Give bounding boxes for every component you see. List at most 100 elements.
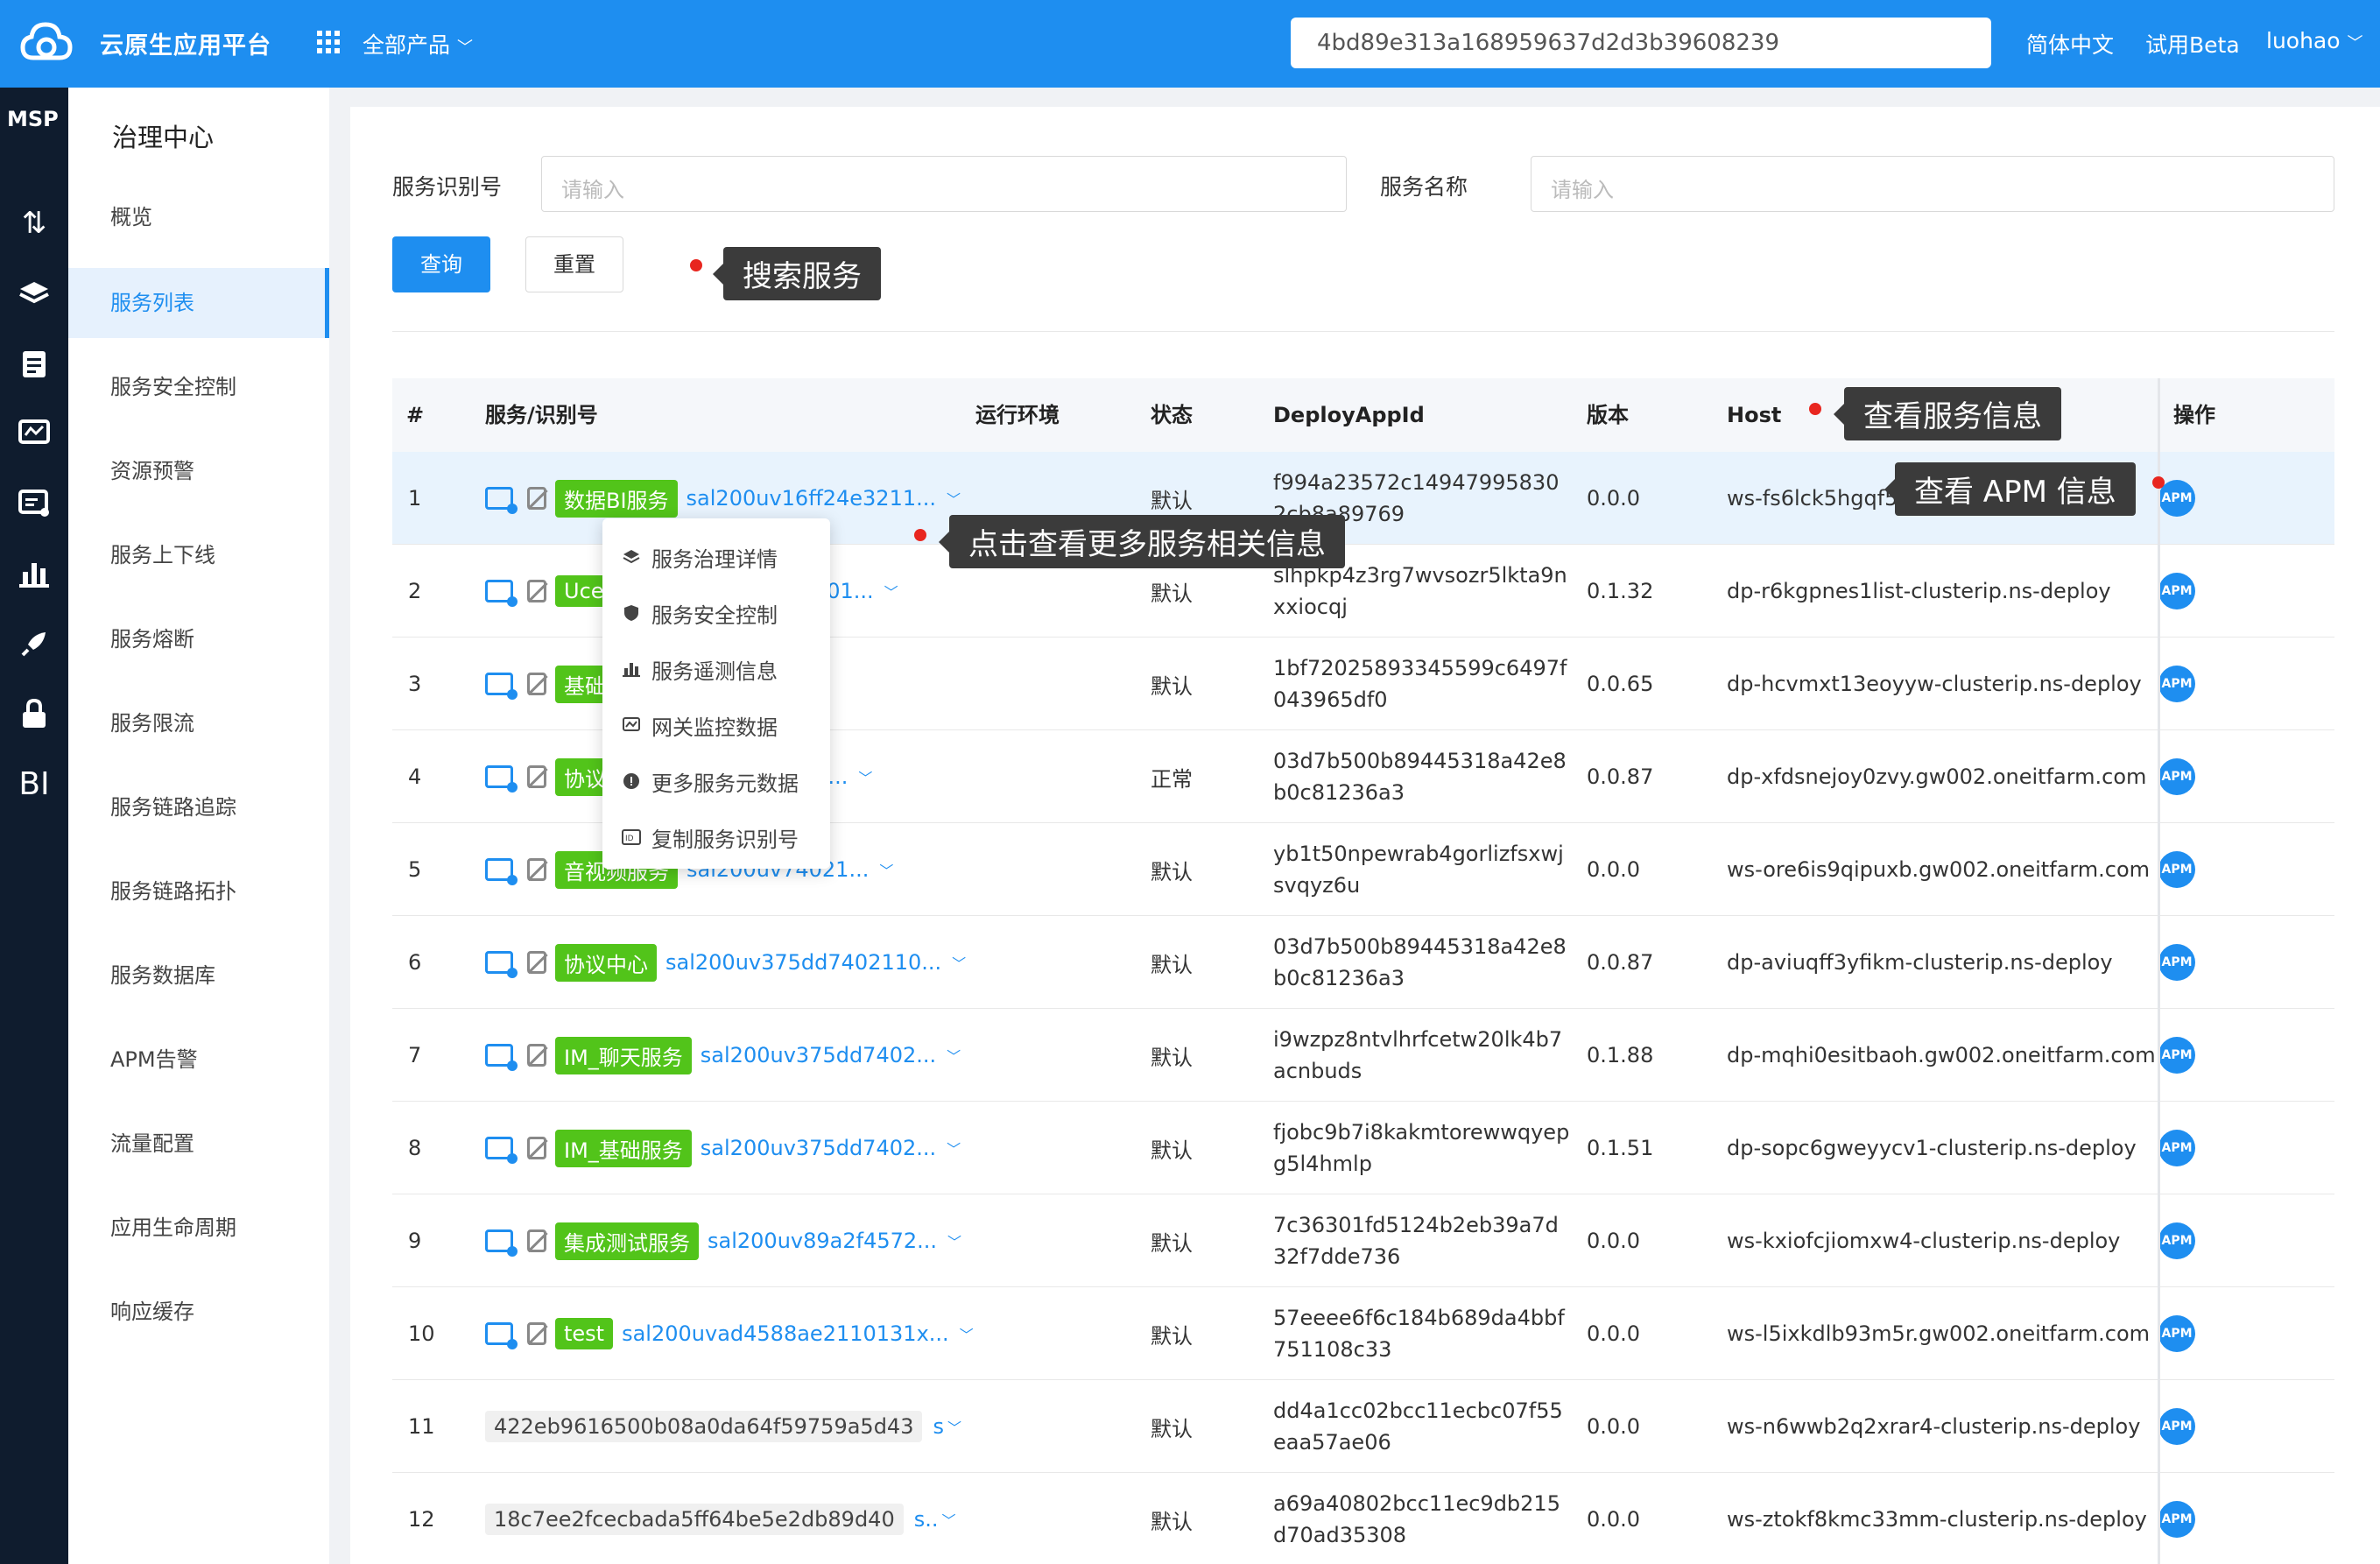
chevron-down-icon[interactable]: ﹀ bbox=[884, 581, 898, 602]
table-row[interactable]: 10 test sal200uvad4588ae2110131x... ﹀ 默认 57ee… bbox=[392, 1287, 2334, 1380]
lock-off-icon[interactable] bbox=[527, 1044, 546, 1067]
bar-chart-icon[interactable] bbox=[0, 552, 68, 595]
chevron-down-icon[interactable]: ﹀ bbox=[879, 859, 893, 880]
service-monitor-icon[interactable] bbox=[485, 1044, 518, 1071]
config-panel-icon[interactable] bbox=[0, 482, 68, 525]
service-monitor-icon[interactable] bbox=[485, 487, 518, 514]
lock-off-icon[interactable] bbox=[527, 580, 546, 602]
lock-off-icon[interactable] bbox=[527, 765, 546, 788]
service-id-link[interactable]: sal200uv375dd7402... bbox=[701, 1136, 936, 1160]
top-search-input[interactable]: 4bd89e313a168959637d2d3b39608239 bbox=[1291, 18, 1991, 68]
apm-button[interactable]: APM bbox=[2158, 1408, 2195, 1445]
table-row[interactable]: 8 IM_基础服务 sal200uv375dd7402... ﹀ 默认 fjobc9b7i… bbox=[392, 1102, 2334, 1194]
sidebar-item-resource-alert[interactable]: 资源预警 bbox=[68, 436, 329, 506]
apm-button[interactable]: APM bbox=[2158, 944, 2195, 981]
menu-item-more-metadata[interactable]: 更多服务元数据 bbox=[602, 753, 830, 809]
table-row[interactable]: 9 集成测试服务 sal200uv89a2f4572... ﹀ 默认 7c36301fd5… bbox=[392, 1194, 2334, 1287]
apps-grid-icon[interactable] bbox=[317, 31, 340, 53]
app-title[interactable]: 云原生应用平台 bbox=[100, 26, 271, 60]
service-monitor-icon[interactable] bbox=[485, 1137, 518, 1164]
rocket-icon[interactable] bbox=[0, 622, 68, 666]
apm-button[interactable]: APM bbox=[2158, 666, 2195, 702]
sidebar-item-lifecycle[interactable]: 应用生命周期 bbox=[68, 1193, 329, 1263]
sidebar-item-security-control[interactable]: 服务安全控制 bbox=[68, 352, 329, 422]
chevron-down-icon[interactable]: ﹀ bbox=[947, 1416, 961, 1437]
chevron-down-icon[interactable]: ﹀ bbox=[952, 952, 966, 973]
monitor-icon[interactable] bbox=[0, 412, 68, 455]
service-monitor-icon[interactable] bbox=[485, 951, 518, 978]
reset-button[interactable]: 重置 bbox=[525, 236, 623, 292]
lock-icon[interactable] bbox=[0, 692, 68, 736]
table-row[interactable]: 7 IM_聊天服务 sal200uv375dd7402... ﹀ 默认 i9wzpz8nt… bbox=[392, 1009, 2334, 1102]
chevron-down-icon[interactable]: ﹀ bbox=[858, 766, 872, 787]
language-switch[interactable]: 简体中文 bbox=[2026, 28, 2114, 60]
lock-off-icon[interactable] bbox=[527, 1322, 546, 1345]
menu-item-copy-id[interactable]: ID 复制服务识别号 bbox=[602, 809, 830, 865]
lock-off-icon[interactable] bbox=[527, 1229, 546, 1252]
apm-button[interactable]: APM bbox=[2158, 573, 2195, 609]
table-row[interactable]: 6 协议中心 sal200uv375dd7402110... ﹀ 默认 03d7b500b… bbox=[392, 916, 2334, 1009]
clipboard-icon[interactable] bbox=[0, 342, 68, 385]
menu-item-governance-detail[interactable]: 服务治理详情 bbox=[602, 529, 830, 585]
apm-button[interactable]: APM bbox=[2158, 1130, 2195, 1166]
service-monitor-icon[interactable] bbox=[485, 765, 518, 793]
service-id-link[interactable]: s bbox=[933, 1414, 944, 1439]
layers-icon[interactable] bbox=[0, 271, 68, 315]
chevron-down-icon[interactable]: ﹀ bbox=[947, 1045, 961, 1066]
chevron-down-icon[interactable]: ﹀ bbox=[947, 1230, 961, 1251]
apm-button[interactable]: APM bbox=[2158, 1501, 2195, 1538]
chevron-down-icon[interactable]: ﹀ bbox=[947, 1138, 961, 1159]
query-button[interactable]: 查询 bbox=[392, 236, 490, 292]
service-id-link[interactable]: s.. bbox=[914, 1507, 939, 1532]
apm-button[interactable]: APM bbox=[2158, 851, 2195, 888]
service-id-link[interactable]: sal200uv16ff24e3211... bbox=[687, 486, 936, 511]
msp-label[interactable]: MSP bbox=[7, 107, 59, 131]
sidebar-item-circuit-breaker[interactable]: 服务熔断 bbox=[68, 604, 329, 674]
menu-item-security-control[interactable]: 服务安全控制 bbox=[602, 585, 830, 641]
cloud-logo-icon[interactable] bbox=[19, 19, 74, 68]
sort-arrows-icon[interactable]: ⇅ bbox=[0, 201, 68, 245]
apm-button[interactable]: APM bbox=[2158, 1037, 2195, 1074]
sidebar-item-traffic-config[interactable]: 流量配置 bbox=[68, 1109, 329, 1179]
sidebar-item-rate-limit[interactable]: 服务限流 bbox=[68, 688, 329, 758]
sidebar-item-tracing[interactable]: 服务链路追踪 bbox=[68, 772, 329, 842]
beta-link[interactable]: 试用Beta bbox=[2145, 28, 2240, 60]
table-row[interactable]: 11 422eb9616500b08a0da64f59759a5d43 s ﹀ 默认 dd… bbox=[392, 1380, 2334, 1473]
lock-off-icon[interactable] bbox=[527, 1137, 546, 1159]
service-id-link[interactable]: sal200uv89a2f4572... bbox=[708, 1229, 937, 1253]
table-row[interactable]: 12 18c7ee2fcecbada5ff64be5e2db89d40 s.. ﹀ 默认… bbox=[392, 1473, 2334, 1564]
sidebar-item-apm-alert[interactable]: APM告警 bbox=[68, 1025, 329, 1095]
sidebar-item-overview[interactable]: 概览 bbox=[68, 182, 329, 252]
service-name-input[interactable]: 请输入 bbox=[1531, 156, 2334, 212]
bi-icon[interactable]: BI bbox=[0, 762, 68, 806]
service-id-link[interactable]: sal200uv375dd7402110... bbox=[665, 950, 941, 975]
sidebar-item-online-offline[interactable]: 服务上下线 bbox=[68, 520, 329, 590]
service-id-input[interactable]: 请输入 bbox=[541, 156, 1347, 212]
menu-item-telemetry[interactable]: 服务遥测信息 bbox=[602, 641, 830, 697]
service-monitor-icon[interactable] bbox=[485, 673, 518, 700]
all-products-menu[interactable]: 全部产品 ﹀ bbox=[363, 28, 473, 60]
sidebar-item-topology[interactable]: 服务链路拓扑 bbox=[68, 856, 329, 926]
service-id-link[interactable]: sal200uvad4588ae2110131x... bbox=[622, 1321, 949, 1346]
sidebar-item-service-list[interactable]: 服务列表 bbox=[68, 268, 329, 338]
lock-off-icon[interactable] bbox=[527, 858, 546, 881]
service-monitor-icon[interactable] bbox=[485, 1229, 518, 1257]
apm-button[interactable]: APM bbox=[2158, 1315, 2195, 1352]
sidebar-item-database[interactable]: 服务数据库 bbox=[68, 941, 329, 1011]
sidebar-item-response-cache[interactable]: 响应缓存 bbox=[68, 1277, 329, 1347]
service-monitor-icon[interactable] bbox=[485, 580, 518, 607]
chevron-down-icon[interactable]: ﹀ bbox=[960, 1323, 974, 1344]
lock-off-icon[interactable] bbox=[527, 487, 546, 510]
service-monitor-icon[interactable] bbox=[485, 1322, 518, 1349]
apm-button[interactable]: APM bbox=[2158, 758, 2195, 795]
chevron-down-icon[interactable]: ﹀ bbox=[942, 1509, 956, 1530]
service-monitor-icon[interactable] bbox=[485, 858, 518, 885]
service-id-link[interactable]: sal200uv375dd7402... bbox=[701, 1043, 936, 1067]
apm-button[interactable]: APM bbox=[2158, 480, 2195, 517]
user-menu[interactable]: luohao ﹀ bbox=[2266, 28, 2363, 53]
apm-button[interactable]: APM bbox=[2158, 1222, 2195, 1259]
menu-item-gateway-monitor[interactable]: 网关监控数据 bbox=[602, 697, 830, 753]
chevron-down-icon[interactable]: ﹀ bbox=[947, 488, 961, 509]
lock-off-icon[interactable] bbox=[527, 951, 546, 974]
lock-off-icon[interactable] bbox=[527, 673, 546, 695]
